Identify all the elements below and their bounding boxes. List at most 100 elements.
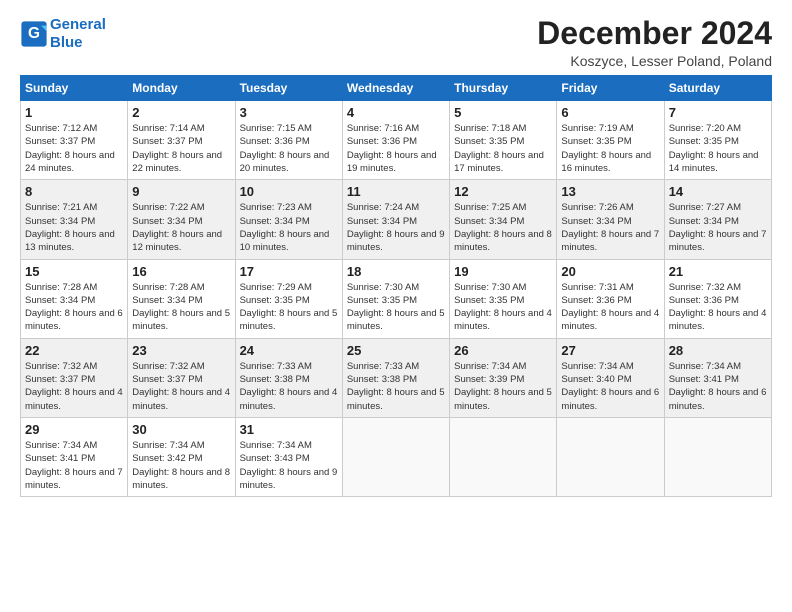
cell-info: Sunrise: 7:14 AMSunset: 3:37 PMDaylight:… <box>132 122 230 175</box>
day-cell: 8Sunrise: 7:21 AMSunset: 3:34 PMDaylight… <box>21 180 128 259</box>
day-cell: 17Sunrise: 7:29 AMSunset: 3:35 PMDayligh… <box>235 259 342 338</box>
cell-info: Sunrise: 7:30 AMSunset: 3:35 PMDaylight:… <box>454 281 552 334</box>
day-cell <box>450 417 557 496</box>
day-number: 13 <box>561 184 659 199</box>
day-cell: 18 Sunrise: 7:30 AMSunset: 3:35 PMDayligh… <box>342 259 449 338</box>
day-cell: 23 Sunrise: 7:32 AMSunset: 3:37 PMDayligh… <box>128 338 235 417</box>
day-number: 18 <box>347 264 445 279</box>
day-number: 16 <box>132 264 230 279</box>
week-row-2: 8Sunrise: 7:21 AMSunset: 3:34 PMDaylight… <box>21 180 772 259</box>
day-number: 24 <box>240 343 338 358</box>
day-cell: 25 Sunrise: 7:33 AMSunset: 3:38 PMDayligh… <box>342 338 449 417</box>
cell-info: Sunrise: 7:33 AMSunset: 3:38 PMDaylight:… <box>347 360 445 413</box>
day-cell: 26 Sunrise: 7:34 AMSunset: 3:39 PMDayligh… <box>450 338 557 417</box>
day-number: 12 <box>454 184 552 199</box>
cell-info: Sunrise: 7:27 AMSunset: 3:34 PMDaylight:… <box>669 201 767 254</box>
day-number: 8 <box>25 184 123 199</box>
day-number: 11 <box>347 184 445 199</box>
day-number: 31 <box>240 422 338 437</box>
day-number: 21 <box>669 264 767 279</box>
day-cell: 5 Sunrise: 7:18 AMSunset: 3:35 PMDaylight… <box>450 101 557 180</box>
day-cell: 21 Sunrise: 7:32 AMSunset: 3:36 PMDayligh… <box>664 259 771 338</box>
day-cell: 29 Sunrise: 7:34 AMSunset: 3:41 PMDayligh… <box>21 417 128 496</box>
cell-info: Sunrise: 7:31 AMSunset: 3:36 PMDaylight:… <box>561 281 659 334</box>
header-cell-friday: Friday <box>557 76 664 101</box>
cell-info: Sunrise: 7:12 AMSunset: 3:37 PMDaylight:… <box>25 122 123 175</box>
day-cell: 22 Sunrise: 7:32 AMSunset: 3:37 PMDayligh… <box>21 338 128 417</box>
day-cell: 24 Sunrise: 7:33 AMSunset: 3:38 PMDayligh… <box>235 338 342 417</box>
cell-info: Sunrise: 7:25 AMSunset: 3:34 PMDaylight:… <box>454 201 552 254</box>
day-cell: 1 Sunrise: 7:12 AMSunset: 3:37 PMDaylight… <box>21 101 128 180</box>
day-number: 27 <box>561 343 659 358</box>
day-cell: 12 Sunrise: 7:25 AMSunset: 3:34 PMDayligh… <box>450 180 557 259</box>
day-number: 1 <box>25 105 123 120</box>
day-cell: 2 Sunrise: 7:14 AMSunset: 3:37 PMDaylight… <box>128 101 235 180</box>
day-cell: 7Sunrise: 7:20 AMSunset: 3:35 PMDaylight… <box>664 101 771 180</box>
svg-text:G: G <box>28 25 40 42</box>
day-cell: 15 Sunrise: 7:28 AMSunset: 3:34 PMDayligh… <box>21 259 128 338</box>
day-number: 25 <box>347 343 445 358</box>
day-number: 28 <box>669 343 767 358</box>
day-number: 2 <box>132 105 230 120</box>
cell-info: Sunrise: 7:19 AMSunset: 3:35 PMDaylight:… <box>561 122 659 175</box>
day-number: 26 <box>454 343 552 358</box>
month-title: December 2024 <box>537 16 772 51</box>
day-cell <box>342 417 449 496</box>
day-number: 10 <box>240 184 338 199</box>
logo-icon: G <box>20 20 48 48</box>
cell-info: Sunrise: 7:32 AMSunset: 3:37 PMDaylight:… <box>132 360 230 413</box>
day-cell: 30Sunrise: 7:34 AMSunset: 3:42 PMDayligh… <box>128 417 235 496</box>
cell-info: Sunrise: 7:28 AMSunset: 3:34 PMDaylight:… <box>132 281 230 334</box>
day-number: 6 <box>561 105 659 120</box>
day-number: 23 <box>132 343 230 358</box>
cell-info: Sunrise: 7:34 AMSunset: 3:41 PMDaylight:… <box>669 360 767 413</box>
day-cell: 9 Sunrise: 7:22 AMSunset: 3:34 PMDaylight… <box>128 180 235 259</box>
day-cell: 3Sunrise: 7:15 AMSunset: 3:36 PMDaylight… <box>235 101 342 180</box>
cell-info: Sunrise: 7:34 AMSunset: 3:42 PMDaylight:… <box>132 439 230 492</box>
header-cell-sunday: Sunday <box>21 76 128 101</box>
day-number: 29 <box>25 422 123 437</box>
cell-info: Sunrise: 7:28 AMSunset: 3:34 PMDaylight:… <box>25 281 123 334</box>
cell-info: Sunrise: 7:20 AMSunset: 3:35 PMDaylight:… <box>669 122 767 175</box>
day-number: 5 <box>454 105 552 120</box>
cell-info: Sunrise: 7:26 AMSunset: 3:34 PMDaylight:… <box>561 201 659 254</box>
day-number: 9 <box>132 184 230 199</box>
day-cell <box>664 417 771 496</box>
day-cell: 31 Sunrise: 7:34 AMSunset: 3:43 PMDayligh… <box>235 417 342 496</box>
cell-info: Sunrise: 7:33 AMSunset: 3:38 PMDaylight:… <box>240 360 338 413</box>
logo-text: General Blue <box>50 16 106 52</box>
day-cell <box>557 417 664 496</box>
day-cell: 13 Sunrise: 7:26 AMSunset: 3:34 PMDayligh… <box>557 180 664 259</box>
day-number: 3 <box>240 105 338 120</box>
week-row-3: 15 Sunrise: 7:28 AMSunset: 3:34 PMDayligh… <box>21 259 772 338</box>
cell-info: Sunrise: 7:32 AMSunset: 3:36 PMDaylight:… <box>669 281 767 334</box>
title-block: December 2024 Koszyce, Lesser Poland, Po… <box>537 16 772 69</box>
cell-info: Sunrise: 7:23 AMSunset: 3:34 PMDaylight:… <box>240 201 338 254</box>
cell-info: Sunrise: 7:32 AMSunset: 3:37 PMDaylight:… <box>25 360 123 413</box>
cell-info: Sunrise: 7:34 AMSunset: 3:40 PMDaylight:… <box>561 360 659 413</box>
day-number: 15 <box>25 264 123 279</box>
logo: G General Blue <box>20 16 106 52</box>
cell-info: Sunrise: 7:30 AMSunset: 3:35 PMDaylight:… <box>347 281 445 334</box>
day-cell: 20Sunrise: 7:31 AMSunset: 3:36 PMDayligh… <box>557 259 664 338</box>
week-row-5: 29 Sunrise: 7:34 AMSunset: 3:41 PMDayligh… <box>21 417 772 496</box>
cell-info: Sunrise: 7:18 AMSunset: 3:35 PMDaylight:… <box>454 122 552 175</box>
cell-info: Sunrise: 7:24 AMSunset: 3:34 PMDaylight:… <box>347 201 445 254</box>
header-cell-tuesday: Tuesday <box>235 76 342 101</box>
day-cell: 16 Sunrise: 7:28 AMSunset: 3:34 PMDayligh… <box>128 259 235 338</box>
header-cell-wednesday: Wednesday <box>342 76 449 101</box>
day-cell: 14 Sunrise: 7:27 AMSunset: 3:34 PMDayligh… <box>664 180 771 259</box>
header-cell-monday: Monday <box>128 76 235 101</box>
cell-info: Sunrise: 7:34 AMSunset: 3:41 PMDaylight:… <box>25 439 123 492</box>
week-row-1: 1 Sunrise: 7:12 AMSunset: 3:37 PMDaylight… <box>21 101 772 180</box>
day-cell: 11 Sunrise: 7:24 AMSunset: 3:34 PMDayligh… <box>342 180 449 259</box>
day-number: 14 <box>669 184 767 199</box>
day-cell: 27 Sunrise: 7:34 AMSunset: 3:40 PMDayligh… <box>557 338 664 417</box>
cell-info: Sunrise: 7:34 AMSunset: 3:43 PMDaylight:… <box>240 439 338 492</box>
cell-info: Sunrise: 7:34 AMSunset: 3:39 PMDaylight:… <box>454 360 552 413</box>
header-cell-saturday: Saturday <box>664 76 771 101</box>
day-cell: 6 Sunrise: 7:19 AMSunset: 3:35 PMDaylight… <box>557 101 664 180</box>
day-number: 22 <box>25 343 123 358</box>
cell-info: Sunrise: 7:22 AMSunset: 3:34 PMDaylight:… <box>132 201 230 254</box>
day-cell: 10 Sunrise: 7:23 AMSunset: 3:34 PMDayligh… <box>235 180 342 259</box>
